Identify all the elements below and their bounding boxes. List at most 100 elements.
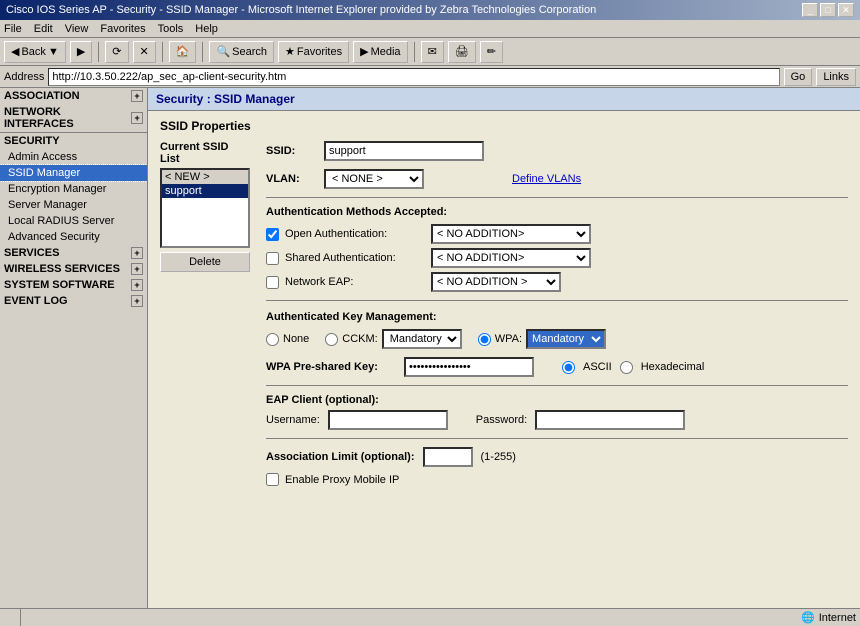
sidebar-item-encryption-manager[interactable]: Encryption Manager bbox=[0, 181, 147, 197]
menu-bar: File Edit View Favorites Tools Help bbox=[0, 20, 860, 38]
sidebar-item-ssid-manager[interactable]: SSID Manager bbox=[0, 165, 147, 181]
sidebar-section-event[interactable]: EVENT LOG + bbox=[0, 293, 147, 309]
network-eap-checkbox[interactable] bbox=[266, 276, 279, 289]
vlan-select[interactable]: < NONE > bbox=[324, 169, 424, 189]
ascii-radio[interactable] bbox=[562, 361, 575, 374]
shared-auth-select[interactable]: < NO ADDITION> bbox=[431, 248, 591, 268]
separator-1 bbox=[98, 42, 99, 62]
proxy-mobile-checkbox[interactable] bbox=[266, 473, 279, 486]
section-title: SSID Properties bbox=[160, 119, 848, 133]
links-button[interactable]: Links bbox=[816, 68, 856, 86]
menu-help[interactable]: Help bbox=[195, 23, 218, 35]
services-expand-icon[interactable]: + bbox=[131, 247, 143, 259]
main-layout: ASSOCIATION + NETWORK INTERFACES + SECUR… bbox=[0, 88, 860, 608]
network-eap-label: Network EAP: bbox=[285, 276, 425, 288]
proxy-mobile-label: Enable Proxy Mobile IP bbox=[285, 474, 399, 486]
media-icon: ▶ bbox=[360, 45, 368, 58]
edit-button[interactable]: ✏ bbox=[480, 41, 503, 63]
ssid-selected-item[interactable]: support bbox=[162, 184, 248, 198]
username-input[interactable] bbox=[328, 410, 448, 430]
back-button[interactable]: ◀ Back ▼ bbox=[4, 41, 66, 63]
mail-button[interactable]: ✉ bbox=[421, 41, 444, 63]
minimize-button[interactable]: _ bbox=[802, 3, 818, 17]
sidebar-section-association[interactable]: ASSOCIATION + bbox=[0, 88, 147, 104]
ssid-input[interactable] bbox=[324, 141, 484, 161]
sidebar-section-services[interactable]: SERVICES + bbox=[0, 245, 147, 261]
cckm-radio-group: CCKM: Mandatory bbox=[325, 329, 461, 349]
sidebar: ASSOCIATION + NETWORK INTERFACES + SECUR… bbox=[0, 88, 148, 608]
username-label: Username: bbox=[266, 414, 320, 426]
network-eap-row: Network EAP: < NO ADDITION > bbox=[266, 272, 848, 292]
association-expand-icon[interactable]: + bbox=[131, 90, 143, 102]
wpa-psk-label: WPA Pre-shared Key: bbox=[266, 361, 396, 373]
assoc-limit-range: (1-255) bbox=[481, 451, 516, 463]
delete-button[interactable]: Delete bbox=[160, 252, 250, 272]
define-vlans-link[interactable]: Define VLANs bbox=[512, 173, 581, 185]
ascii-label: ASCII bbox=[583, 361, 612, 373]
cckm-radio[interactable] bbox=[325, 333, 338, 346]
close-button[interactable]: ✕ bbox=[838, 3, 854, 17]
page-header: Security : SSID Manager bbox=[148, 88, 860, 111]
open-auth-select[interactable]: < NO ADDITION> bbox=[431, 224, 591, 244]
media-button[interactable]: ▶ Media bbox=[353, 41, 407, 63]
assoc-limit-input[interactable] bbox=[423, 447, 473, 467]
favorites-button[interactable]: ★ Favorites bbox=[278, 41, 349, 63]
sidebar-item-local-radius[interactable]: Local RADIUS Server bbox=[0, 213, 147, 229]
stop-button[interactable]: ✕ bbox=[133, 41, 156, 63]
shared-auth-checkbox[interactable] bbox=[266, 252, 279, 265]
none-radio[interactable] bbox=[266, 333, 279, 346]
sidebar-item-advanced-security[interactable]: Advanced Security bbox=[0, 229, 147, 245]
password-input[interactable] bbox=[535, 410, 685, 430]
maximize-button[interactable]: □ bbox=[820, 3, 836, 17]
wpa-psk-input[interactable] bbox=[404, 357, 534, 377]
wpa-radio-group: WPA: Mandatory bbox=[478, 329, 606, 349]
sidebar-section-wireless[interactable]: WIRELESS SERVICES + bbox=[0, 261, 147, 277]
wireless-expand-icon[interactable]: + bbox=[131, 263, 143, 275]
key-mgmt-row: None CCKM: Mandatory W bbox=[266, 329, 848, 349]
sidebar-item-admin-access[interactable]: Admin Access bbox=[0, 149, 147, 165]
separator-2 bbox=[162, 42, 163, 62]
status-bar: 🌐 Internet bbox=[0, 608, 860, 626]
menu-favorites[interactable]: Favorites bbox=[100, 23, 145, 35]
none-radio-group: None bbox=[266, 333, 309, 346]
sidebar-item-server-manager[interactable]: Server Manager bbox=[0, 197, 147, 213]
hexadecimal-radio[interactable] bbox=[620, 361, 633, 374]
ssid-properties-form: SSID: VLAN: < NONE > Define VLANs Authen… bbox=[266, 141, 848, 490]
ssid-list-box[interactable]: < NEW > support bbox=[160, 168, 250, 248]
ssid-new-item[interactable]: < NEW > bbox=[162, 170, 248, 184]
forward-button[interactable]: ▶ bbox=[70, 41, 92, 63]
wpa-radio[interactable] bbox=[478, 333, 491, 346]
assoc-limit-row: Association Limit (optional): (1-255) bbox=[266, 447, 848, 467]
wpa-psk-row: WPA Pre-shared Key: ASCII Hexadecimal bbox=[266, 357, 848, 377]
internet-zone-icon: 🌐 bbox=[801, 611, 815, 624]
search-button[interactable]: 🔍 Search bbox=[209, 41, 274, 63]
address-input[interactable] bbox=[48, 68, 779, 86]
event-expand-icon[interactable]: + bbox=[131, 295, 143, 307]
system-expand-icon[interactable]: + bbox=[131, 279, 143, 291]
cckm-select[interactable]: Mandatory bbox=[382, 329, 462, 349]
divider-2 bbox=[266, 300, 848, 301]
menu-view[interactable]: View bbox=[65, 23, 89, 35]
encoding-group: ASCII Hexadecimal bbox=[562, 361, 704, 374]
status-right: 🌐 Internet bbox=[801, 611, 856, 624]
network-expand-icon[interactable]: + bbox=[131, 112, 143, 124]
open-auth-checkbox[interactable] bbox=[266, 228, 279, 241]
shared-auth-row: Shared Authentication: < NO ADDITION> bbox=[266, 248, 848, 268]
wpa-select[interactable]: Mandatory bbox=[526, 329, 606, 349]
refresh-button[interactable]: ⟳ bbox=[105, 41, 128, 63]
print-button[interactable]: 🖨 bbox=[448, 41, 476, 63]
menu-file[interactable]: File bbox=[4, 23, 22, 35]
sidebar-section-system[interactable]: SYSTEM SOFTWARE + bbox=[0, 277, 147, 293]
sidebar-section-security: SECURITY bbox=[0, 132, 147, 149]
menu-tools[interactable]: Tools bbox=[158, 23, 184, 35]
vlan-row: VLAN: < NONE > Define VLANs bbox=[266, 169, 848, 189]
network-eap-select[interactable]: < NO ADDITION > bbox=[431, 272, 561, 292]
go-button[interactable]: Go bbox=[784, 68, 813, 86]
vlan-label: VLAN: bbox=[266, 173, 316, 185]
sidebar-section-network[interactable]: NETWORK INTERFACES + bbox=[0, 104, 147, 132]
window-controls[interactable]: _ □ ✕ bbox=[802, 3, 854, 17]
eap-title: EAP Client (optional): bbox=[266, 394, 848, 406]
menu-edit[interactable]: Edit bbox=[34, 23, 53, 35]
home-button[interactable]: 🏠 bbox=[169, 41, 197, 63]
hexadecimal-label: Hexadecimal bbox=[641, 361, 705, 373]
